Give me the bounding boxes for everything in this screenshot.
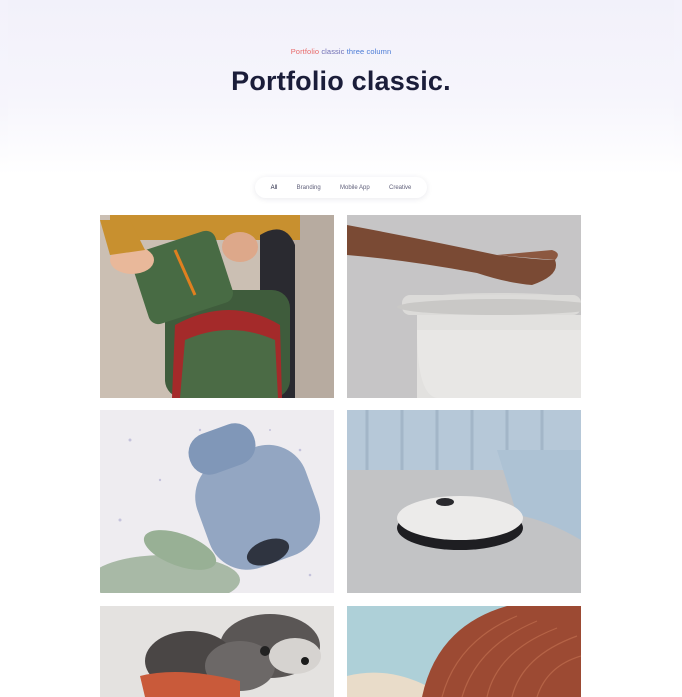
- portfolio-item-robot-vacuum[interactable]: [347, 410, 581, 593]
- eyebrow-word-classic: classic: [321, 47, 345, 56]
- backpack-image: [100, 215, 334, 398]
- filter-all[interactable]: All: [271, 185, 278, 191]
- portfolio-item-speaker[interactable]: [100, 410, 334, 593]
- eyebrow-word-three-column: three column: [346, 47, 392, 56]
- portfolio-filter-bar: All Branding Mobile App Creative: [255, 177, 427, 198]
- filter-branding[interactable]: Branding: [297, 185, 321, 191]
- portfolio-item-backpack[interactable]: [100, 215, 334, 398]
- page-eyebrow: Portfolio classic three column: [0, 47, 682, 56]
- portfolio-item-hand-bowl[interactable]: [347, 215, 581, 398]
- eyebrow-word-portfolio: Portfolio: [290, 47, 320, 56]
- filter-creative[interactable]: Creative: [389, 185, 411, 191]
- robot-vacuum-image: [347, 410, 581, 593]
- dog-image: [100, 606, 334, 697]
- portfolio-item-dog[interactable]: [100, 606, 334, 697]
- filter-mobile-app[interactable]: Mobile App: [340, 185, 370, 191]
- speaker-image: [100, 410, 334, 593]
- page-title: Portfolio classic.: [231, 66, 451, 96]
- bowl-image: [347, 215, 581, 398]
- architecture-image: [347, 606, 581, 697]
- portfolio-item-architecture[interactable]: [347, 606, 581, 697]
